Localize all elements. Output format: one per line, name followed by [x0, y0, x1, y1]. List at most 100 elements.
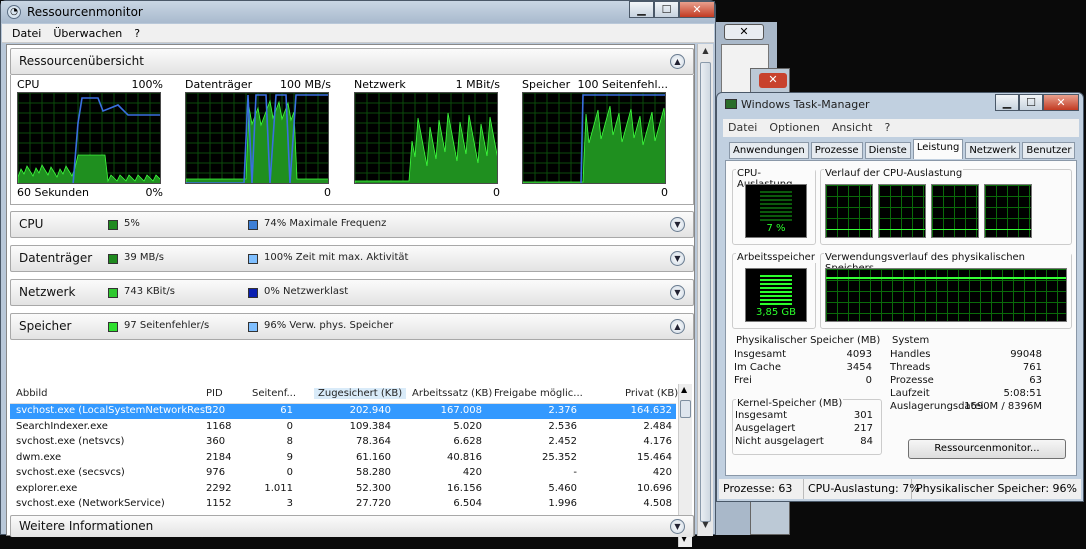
status-processes: Prozesse: 63: [719, 479, 804, 499]
expand-icon[interactable]: ▼: [670, 519, 685, 534]
table-cell: 61.160: [356, 451, 391, 463]
column-abbild[interactable]: Abbild: [16, 388, 47, 399]
kv-value: 217: [853, 423, 873, 434]
expand-icon[interactable]: ▼: [670, 251, 685, 266]
table-cell: 4.176: [643, 436, 672, 447]
menu-datei[interactable]: Datei: [728, 119, 757, 137]
menu-ansicht[interactable]: Ansicht: [832, 119, 873, 137]
table-cell: 202.940: [349, 405, 391, 416]
section-stat-2: 74% Maximale Frequenz: [264, 218, 387, 229]
table-row[interactable]: svchost.exe (NetworkService) 1152 3 27.720 6…: [10, 497, 676, 512]
maximize-button[interactable]: ☐: [654, 1, 679, 18]
graph-4: Speicher 100 Seitenfehl... 0: [522, 78, 682, 202]
legend-swatch-pagefaults: [108, 322, 118, 332]
column-pid[interactable]: PID: [206, 388, 223, 399]
expand-icon[interactable]: ▼: [670, 285, 685, 300]
expand-icon[interactable]: ▼: [670, 217, 685, 232]
tab-anwendungen[interactable]: Anwendungen: [729, 142, 809, 159]
section-stat-2: 96% Verw. phys. Speicher: [264, 320, 394, 331]
memory-usage-value: 3,85 GB: [755, 307, 797, 318]
tab-netzwerk[interactable]: Netzwerk: [965, 142, 1021, 159]
group-label: Verlauf der CPU-Auslastung: [824, 168, 964, 179]
kv-row: Laufzeit 5:08:51: [890, 388, 1042, 401]
table-cell: 27.720: [356, 498, 391, 509]
section-stat-1: 5%: [124, 218, 140, 229]
kv-value: 1690M / 8396M: [964, 401, 1042, 412]
more-info-section-header[interactable]: Weitere Informationen ▼: [10, 515, 694, 537]
column-pagefaults[interactable]: Seitenf...: [252, 388, 296, 399]
graph-max: 100%: [131, 78, 163, 91]
legend-swatch-traffic: [108, 288, 118, 298]
cpu-core-history-graph: [984, 184, 1032, 238]
table-cell: 58.280: [356, 467, 391, 478]
tab-dienste[interactable]: Dienste: [864, 142, 911, 159]
overview-section-header[interactable]: Ressourcenübersicht ▲: [10, 48, 694, 75]
close-button[interactable]: ✕: [679, 1, 715, 18]
scroll-up-icon[interactable]: ▲: [681, 385, 687, 394]
resource-monitor-button[interactable]: Ressourcenmonitor...: [908, 439, 1066, 459]
title-bar: Windows Task-Manager ▁ ☐ ✕: [717, 93, 1083, 115]
collapse-icon[interactable]: ▲: [670, 319, 685, 334]
graph-label: Netzwerk: [354, 78, 406, 91]
legend-swatch-activity: [248, 254, 258, 264]
table-cell: 78.364: [356, 436, 391, 447]
memory-gauge-bars: [760, 275, 792, 305]
memory-gauge: 3,85 GB: [745, 268, 807, 322]
main-scrollbar-thumb[interactable]: [700, 62, 711, 522]
legend-swatch-netload: [248, 288, 258, 298]
tab-leistung[interactable]: Leistung: [912, 139, 964, 159]
table-cell: 2.452: [548, 436, 577, 447]
table-row[interactable]: SearchIndexer.exe 1168 0 109.384 5.020 2.536 2…: [10, 420, 676, 435]
cpu-gauge-bars: [760, 191, 792, 221]
menu-ueberwachen[interactable]: Überwachen: [53, 24, 122, 42]
menu-help[interactable]: ?: [884, 119, 890, 137]
cpu-section-header[interactable]: CPU 5% 74% Maximale Frequenz ▼: [10, 211, 694, 238]
menu-datei[interactable]: Datei: [12, 24, 41, 42]
column-committed[interactable]: Zugesichert (KB): [314, 388, 407, 399]
section-title: CPU: [19, 217, 44, 231]
minimize-button[interactable]: ▁: [629, 1, 654, 18]
close-icon[interactable]: ✕: [724, 24, 764, 40]
menu-bar: Datei Optionen Ansicht ?: [723, 119, 1079, 137]
kv-row: Insgesamt 301: [735, 410, 873, 423]
table-cell: 3: [286, 498, 293, 509]
column-private[interactable]: Privat (KB): [625, 388, 678, 399]
scroll-up-icon[interactable]: ▲: [700, 46, 711, 60]
disk-section-header[interactable]: Datenträger 39 MB/s 100% Zeit mit max. A…: [10, 245, 694, 272]
table-cell: 25.352: [542, 451, 577, 463]
network-section-header[interactable]: Netzwerk 743 KBit/s 0% Netzwerklast ▼: [10, 279, 694, 306]
table-scrollbar-thumb[interactable]: [680, 400, 691, 418]
graph-max: 100 Seitenfehl...: [577, 78, 668, 91]
graph-area: [18, 154, 160, 183]
close-icon[interactable]: ✕: [759, 73, 787, 88]
section-stat-1: 743 KBit/s: [124, 286, 175, 297]
column-shareable[interactable]: Freigabe möglic...: [494, 388, 583, 399]
menu-help[interactable]: ?: [134, 24, 140, 42]
memory-group: Arbeitsspeicher 3,85 GB: [732, 252, 816, 329]
close-button[interactable]: ✕: [1043, 94, 1079, 111]
cpu-history-group: Verlauf der CPU-Auslastung: [820, 168, 1072, 245]
main-scrollbar[interactable]: ▲ ▼: [697, 44, 713, 536]
scroll-down-icon[interactable]: ▼: [700, 520, 711, 534]
table-cell: 167.008: [440, 405, 482, 416]
collapse-icon[interactable]: ▲: [670, 54, 685, 69]
menu-optionen[interactable]: Optionen: [769, 119, 819, 137]
cpu-core-history-graph: [931, 184, 979, 238]
maximize-button[interactable]: ☐: [1019, 94, 1043, 111]
kv-row: Auslagerungsdatei 1690M / 8396M: [890, 401, 1042, 414]
tab-prozesse[interactable]: Prozesse: [810, 142, 863, 159]
table-row[interactable]: dwm.exe 2184 9 61.160 40.816 25.352 15.464: [10, 451, 676, 466]
table-row[interactable]: explorer.exe 2292 1.011 52.300 16.156 5.460 10…: [10, 482, 676, 497]
legend-swatch-frequency: [248, 220, 258, 230]
table-row[interactable]: svchost.exe (secsvcs) 976 0 58.280 420 - 420: [10, 466, 676, 481]
tab-benutzer[interactable]: Benutzer: [1022, 142, 1076, 159]
graph-max: 1 MBit/s: [455, 78, 500, 91]
kv-value: 761: [1022, 362, 1042, 373]
memory-section-header[interactable]: Speicher 97 Seitenfehler/s 96% Verw. phy…: [10, 313, 694, 340]
kv-key: Insgesamt: [735, 410, 787, 421]
table-row[interactable]: svchost.exe (LocalSystemNetworkRest... 32…: [10, 404, 676, 419]
status-physical-memory: Physikalischer Speicher: 96%: [915, 482, 1077, 495]
minimize-button[interactable]: ▁: [995, 94, 1019, 111]
table-row[interactable]: svchost.exe (netsvcs) 360 8 78.364 6.628 2.45…: [10, 435, 676, 450]
column-workingset[interactable]: Arbeitssatz (KB): [412, 388, 492, 399]
